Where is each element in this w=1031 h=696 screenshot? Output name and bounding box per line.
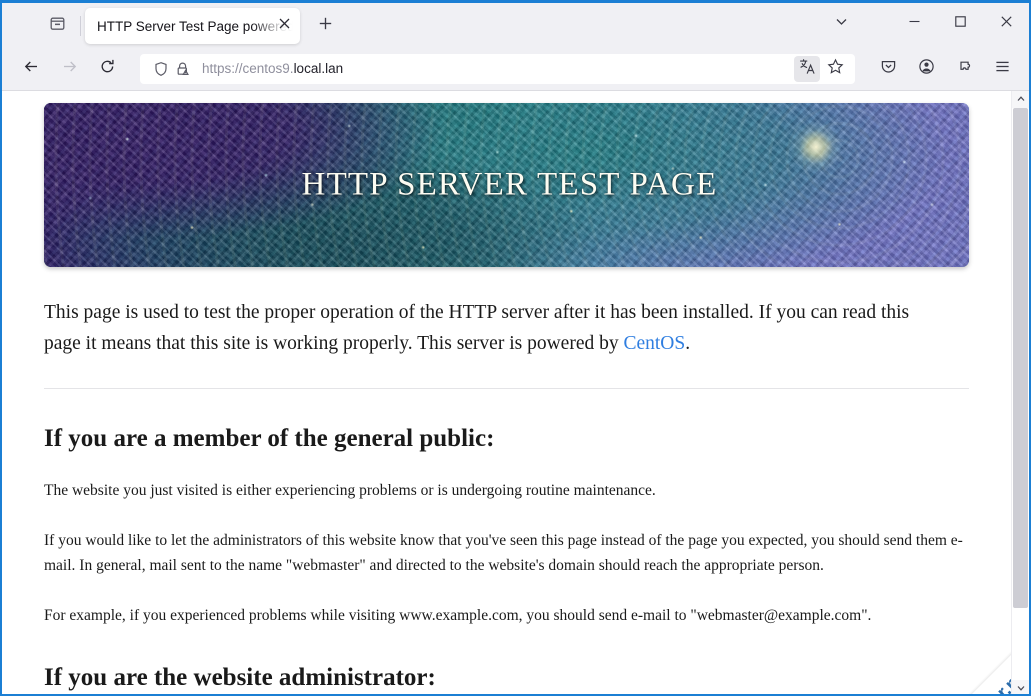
scroll-up-arrow-icon [1016, 91, 1026, 109]
browser-tab[interactable]: HTTP Server Test Page powered by C [85, 8, 300, 44]
firefox-view-icon [49, 15, 66, 37]
paragraph-contact-admins: If you would like to let the administrat… [44, 531, 963, 574]
navigation-toolbar: https://centos9.local.lan [2, 47, 1029, 91]
bookmark-star-icon [827, 58, 844, 80]
plus-icon [318, 16, 333, 36]
account-circle-icon [918, 58, 935, 80]
tab-title: HTTP Server Test Page powered by C [97, 18, 300, 34]
chevron-down-icon [834, 14, 849, 34]
paragraph-maintenance: The website you just visited is either e… [44, 481, 656, 499]
translate-button[interactable] [794, 55, 820, 82]
account-button[interactable] [910, 53, 942, 85]
minimize-icon [908, 15, 921, 33]
hamburger-menu-icon [994, 58, 1011, 80]
back-button[interactable] [15, 53, 47, 85]
intro-text-after-link: . [685, 332, 691, 354]
page-banner: HTTP SERVER TEST PAGE [44, 103, 969, 267]
centos-link[interactable]: CentOS [623, 333, 685, 354]
scrollbar-thumb[interactable] [1013, 108, 1028, 608]
page-viewport: HTTP SERVER TEST PAGE This page is used … [2, 91, 1029, 695]
close-icon [1000, 15, 1013, 33]
banner-title: HTTP SERVER TEST PAGE [301, 166, 718, 203]
new-tab-button[interactable] [310, 11, 340, 41]
url-bar[interactable]: https://centos9.local.lan [140, 53, 855, 84]
pocket-save-icon [880, 58, 897, 80]
close-window-button[interactable] [983, 3, 1029, 45]
paragraph-example: For example, if you experienced problems… [44, 606, 872, 624]
close-icon [278, 17, 291, 35]
scroll-up-button[interactable] [1012, 91, 1029, 108]
back-arrow-icon [23, 58, 40, 80]
scroll-down-arrow-icon [1016, 680, 1026, 695]
scroll-down-button[interactable] [1012, 680, 1029, 695]
list-all-tabs-button[interactable] [819, 3, 863, 45]
minimize-button[interactable] [891, 3, 937, 45]
forward-button[interactable] [53, 53, 85, 85]
firefox-view-button[interactable] [40, 10, 74, 42]
url-bar-actions [793, 55, 849, 82]
tab-strip-divider [80, 16, 81, 36]
window-controls [819, 3, 1029, 45]
reload-icon [99, 58, 116, 80]
heading-general-public: If you are a member of the general publi… [44, 424, 495, 452]
scrollbar-track[interactable] [1012, 108, 1029, 680]
forward-arrow-icon [61, 58, 78, 80]
extensions-button[interactable] [948, 53, 980, 85]
content-divider [44, 387, 969, 389]
reload-button[interactable] [91, 53, 123, 85]
intro-paragraph: This page is used to test the proper ope… [44, 298, 949, 360]
maximize-icon [954, 15, 967, 33]
heading-website-administrator: If you are the website administrator: [44, 664, 436, 692]
toolbar-actions [869, 53, 1021, 85]
vertical-scrollbar[interactable] [1011, 91, 1029, 695]
app-menu-button[interactable] [986, 53, 1018, 85]
web-page: HTTP SERVER TEST PAGE This page is used … [2, 91, 1011, 694]
maximize-button[interactable] [937, 3, 983, 45]
browser-window: HTTP Server Test Page powered by C [0, 0, 1031, 696]
url-text: https://centos9.local.lan [202, 61, 344, 76]
translate-icon [799, 58, 816, 80]
intro-text-before-link: This page is used to test the proper ope… [44, 302, 910, 354]
lock-warning-icon[interactable] [172, 58, 194, 80]
tab-close-button[interactable] [274, 16, 294, 36]
extensions-icon [956, 58, 973, 80]
pocket-save-button[interactable] [872, 53, 904, 85]
shield-icon[interactable] [150, 58, 172, 80]
page-content: HTTP SERVER TEST PAGE This page is used … [2, 91, 1011, 692]
bookmark-button[interactable] [822, 56, 848, 82]
tab-strip: HTTP Server Test Page powered by C [2, 3, 1029, 47]
